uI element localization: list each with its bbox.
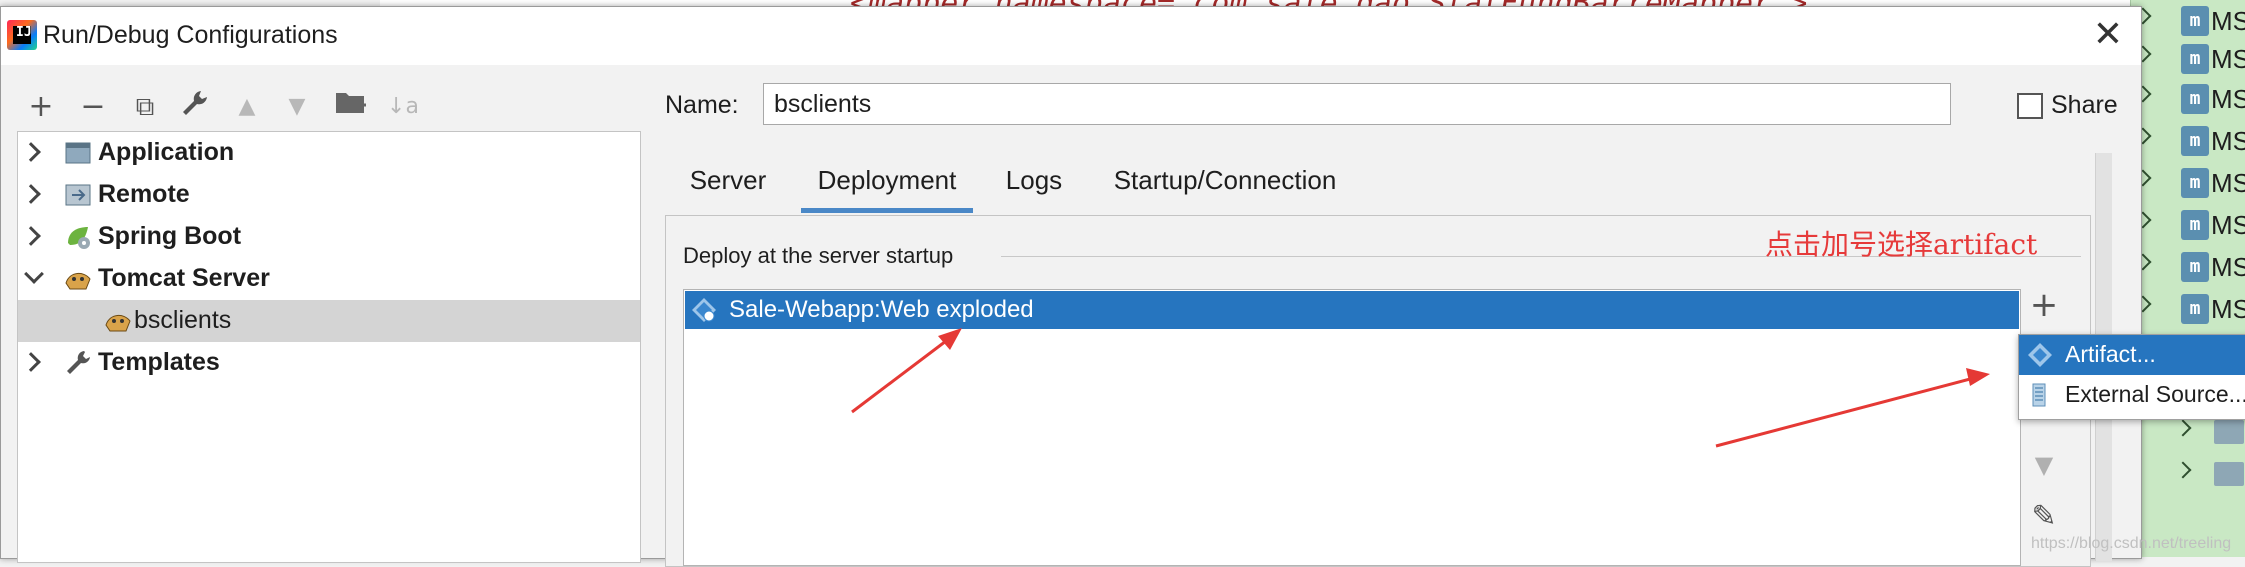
red-arrow xyxy=(1715,376,1975,448)
annotation-arrows xyxy=(851,328,1990,448)
red-arrow xyxy=(851,336,951,414)
red-arrow-head xyxy=(938,328,962,350)
red-arrow-head xyxy=(1966,368,1990,386)
